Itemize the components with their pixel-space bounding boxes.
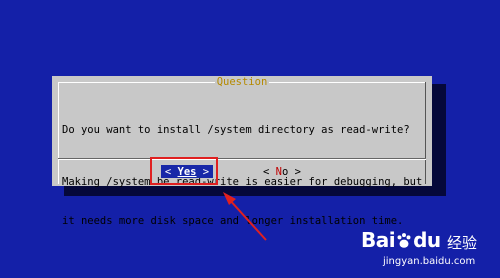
baidu-watermark: Bai du 经验 jingyan.baidu.com xyxy=(355,228,495,276)
brand-chinese: 经验 xyxy=(447,234,478,252)
baidu-logo-du: du xyxy=(413,228,441,252)
installer-screen: Question Do you want to install /system … xyxy=(0,0,500,278)
baidu-logo-bai: Bai xyxy=(361,228,396,252)
watermark-url: jingyan.baidu.com xyxy=(383,256,476,267)
paw-icon xyxy=(397,233,411,248)
baidu-logo: Bai du xyxy=(361,228,441,252)
